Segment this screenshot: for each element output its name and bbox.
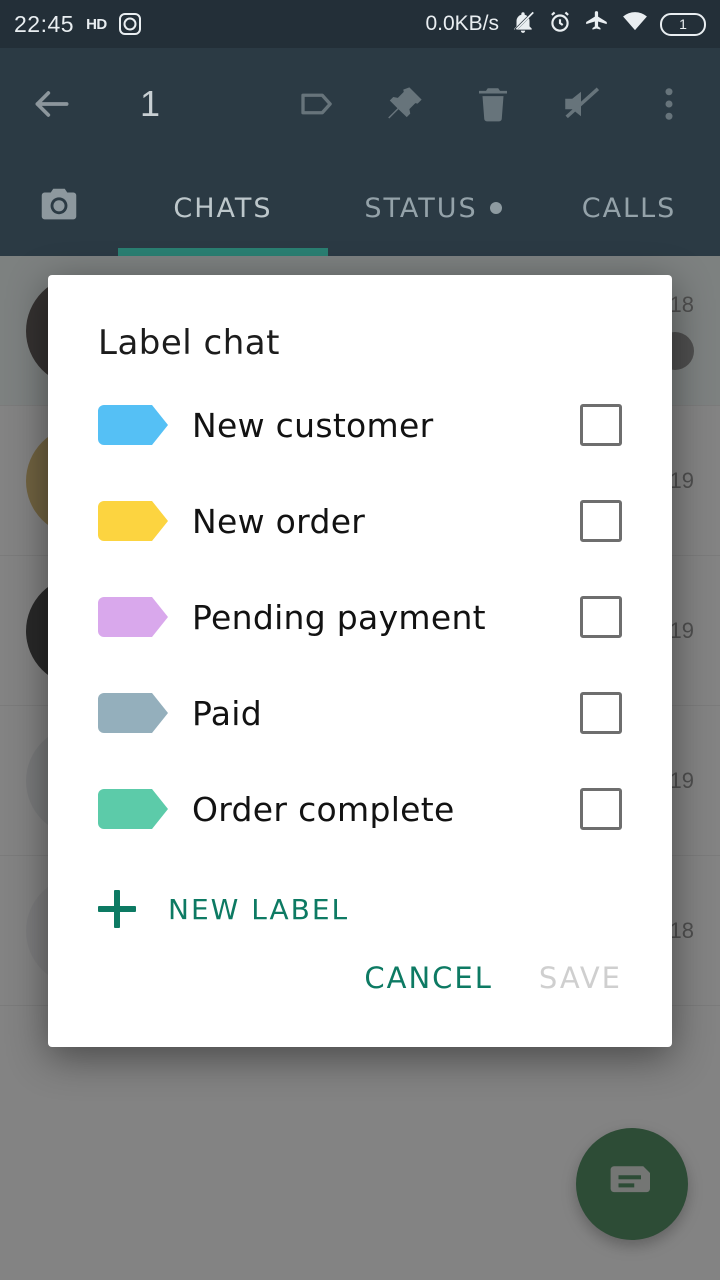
overflow-menu-icon[interactable] [648, 83, 690, 125]
cancel-button[interactable]: CANCEL [364, 961, 493, 995]
new-label-button[interactable]: NEW LABEL [48, 863, 672, 955]
label-name: Pending payment [192, 597, 486, 637]
mute-icon[interactable] [560, 83, 602, 125]
label-tag-icon [98, 501, 168, 541]
status-bar-right: 0.0KB/s 1 [425, 9, 706, 39]
tab-calls-label: CALLS [581, 192, 677, 224]
selection-count: 1 [140, 83, 161, 124]
status-bar-clock: 22:45 [14, 10, 75, 37]
dialog-title: Label chat [98, 323, 280, 363]
list-item[interactable]: New order [48, 473, 672, 569]
tab-chats-label: CHATS [173, 192, 273, 224]
network-speed-text: 0.0KB/s [425, 12, 499, 35]
label-chat-dialog: Label chat New customer New order Pendin… [48, 275, 672, 1047]
dialog-actions: CANCEL SAVE [48, 961, 672, 1047]
battery-indicator: 1 [660, 12, 706, 36]
instagram-icon [118, 13, 141, 35]
tab-active-indicator [118, 248, 328, 256]
camera-icon [36, 182, 82, 235]
status-bar-left: 22:45 HD [14, 11, 141, 38]
airplane-mode-icon [584, 9, 610, 39]
list-item[interactable]: New customer [48, 377, 672, 473]
plus-icon [98, 890, 136, 928]
tab-bar: CHATS STATUS CALLS [0, 160, 720, 256]
alarm-clock-icon [547, 9, 573, 39]
label-icon[interactable] [296, 83, 338, 125]
new-label-text: NEW LABEL [168, 892, 350, 926]
list-item[interactable]: Order complete [48, 761, 672, 857]
tab-calls[interactable]: CALLS [538, 160, 720, 256]
label-checkbox[interactable] [580, 500, 622, 542]
label-list: New customer New order Pending payment P… [48, 363, 672, 857]
tab-chats[interactable]: CHATS [118, 160, 328, 256]
label-name: New order [192, 501, 366, 541]
label-name: Order complete [192, 789, 455, 829]
app-bar-actions [296, 83, 690, 125]
app-bar: 1 [0, 48, 720, 160]
pin-icon[interactable] [384, 83, 426, 125]
tab-camera[interactable] [0, 160, 118, 256]
bell-off-icon [510, 9, 536, 39]
label-tag-icon [98, 789, 168, 829]
list-item[interactable]: Paid [48, 665, 672, 761]
tab-status-label: STATUS [364, 192, 478, 224]
list-item[interactable]: Pending payment [48, 569, 672, 665]
label-tag-icon [98, 597, 168, 637]
label-checkbox[interactable] [580, 692, 622, 734]
label-checkbox[interactable] [580, 404, 622, 446]
label-tag-icon [98, 405, 168, 445]
wifi-icon [621, 9, 649, 39]
hd-badge: HD [86, 15, 107, 33]
save-button[interactable]: SAVE [539, 961, 622, 995]
delete-icon[interactable] [472, 83, 514, 125]
tab-status[interactable]: STATUS [328, 160, 538, 256]
status-unread-dot [489, 202, 502, 214]
label-tag-icon [98, 693, 168, 733]
back-arrow-icon[interactable] [30, 82, 74, 126]
label-name: New customer [192, 405, 434, 445]
screen: 22:45 HD 0.0KB/s 1 1 CHATS STATUS CALLS … [0, 0, 720, 1280]
label-checkbox[interactable] [580, 788, 622, 830]
label-checkbox[interactable] [580, 596, 622, 638]
status-bar: 22:45 HD 0.0KB/s 1 [0, 0, 720, 48]
label-name: Paid [192, 693, 262, 733]
